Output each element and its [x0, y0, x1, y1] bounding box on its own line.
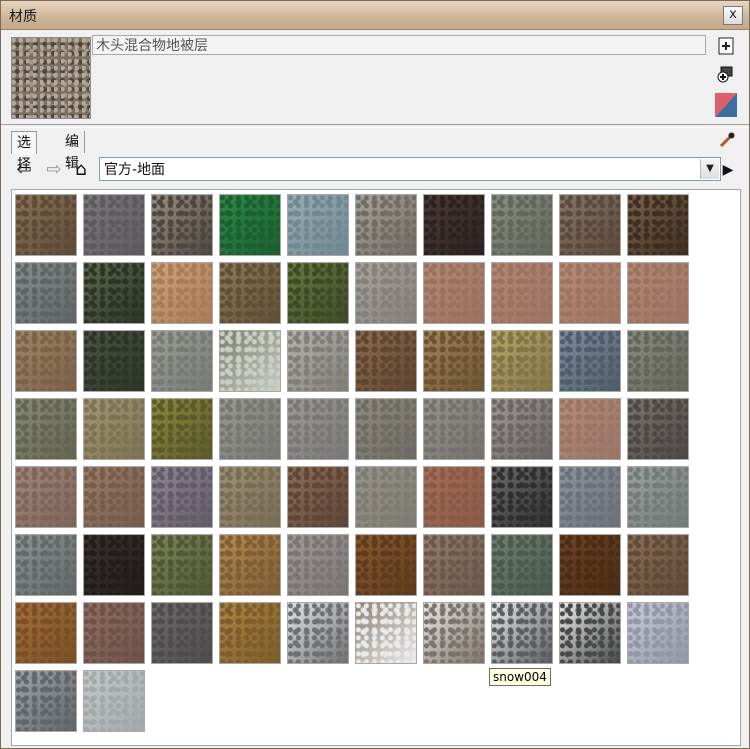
material-header: 木头混合物地被层 [1, 30, 749, 124]
material-swatch[interactable] [151, 466, 213, 528]
material-swatch[interactable] [491, 194, 553, 256]
material-swatch[interactable] [219, 398, 281, 460]
material-swatch[interactable] [287, 466, 349, 528]
material-swatch[interactable] [559, 330, 621, 392]
material-swatch[interactable] [83, 466, 145, 528]
back-arrow-icon[interactable]: ⇦ [13, 159, 35, 181]
library-dropdown-value: 官方-地面 [104, 162, 166, 178]
material-swatch[interactable] [355, 466, 417, 528]
material-swatch[interactable] [559, 534, 621, 596]
material-swatch[interactable] [83, 602, 145, 664]
material-swatch[interactable] [627, 330, 689, 392]
close-button[interactable]: x [723, 6, 743, 25]
material-swatch[interactable] [287, 194, 349, 256]
material-swatch[interactable] [83, 262, 145, 324]
material-swatch[interactable] [151, 330, 213, 392]
material-swatch[interactable] [15, 670, 77, 732]
material-swatch[interactable] [423, 194, 485, 256]
material-swatch[interactable] [627, 534, 689, 596]
material-swatch[interactable] [287, 534, 349, 596]
material-swatch[interactable] [491, 330, 553, 392]
material-swatch[interactable] [423, 602, 485, 664]
material-swatch[interactable] [423, 534, 485, 596]
material-swatch[interactable] [15, 194, 77, 256]
material-swatch[interactable] [491, 602, 553, 664]
material-swatch[interactable] [15, 262, 77, 324]
color-split-icon[interactable] [715, 93, 737, 117]
material-swatch[interactable] [627, 602, 689, 664]
material-swatch[interactable] [423, 466, 485, 528]
home-icon[interactable]: ⌂ [70, 159, 92, 181]
material-swatch-grid [11, 189, 741, 746]
material-swatch[interactable] [355, 262, 417, 324]
library-navigation: ⇦ ⇨ ⌂ 官方-地面 ▼ ▶ [11, 157, 741, 183]
material-swatch[interactable] [423, 398, 485, 460]
header-divider [1, 124, 749, 128]
material-swatch[interactable] [355, 398, 417, 460]
material-swatch[interactable] [559, 398, 621, 460]
material-swatch[interactable] [559, 262, 621, 324]
material-swatch[interactable] [287, 330, 349, 392]
forward-arrow-icon[interactable]: ⇨ [43, 159, 65, 181]
material-swatch[interactable] [559, 466, 621, 528]
title-bar[interactable]: 材质 x [1, 1, 749, 30]
material-swatch[interactable] [287, 262, 349, 324]
material-swatch[interactable] [491, 466, 553, 528]
material-swatch[interactable] [287, 602, 349, 664]
material-swatch[interactable] [15, 602, 77, 664]
library-dropdown[interactable]: 官方-地面 ▼ [99, 157, 721, 181]
material-swatch[interactable] [559, 602, 621, 664]
material-swatch[interactable] [15, 398, 77, 460]
material-name-field[interactable]: 木头混合物地被层 [92, 35, 706, 55]
eyedropper-icon[interactable] [717, 131, 737, 151]
material-swatch[interactable] [627, 194, 689, 256]
material-swatch[interactable] [355, 534, 417, 596]
material-swatch[interactable] [15, 330, 77, 392]
create-material-icon[interactable] [715, 37, 737, 59]
material-swatch[interactable] [83, 330, 145, 392]
material-swatch[interactable] [423, 262, 485, 324]
material-swatch[interactable] [151, 398, 213, 460]
material-swatch[interactable] [15, 466, 77, 528]
material-swatch[interactable] [83, 670, 145, 732]
material-swatch[interactable] [219, 602, 281, 664]
window-title: 材质 [9, 9, 37, 25]
material-swatch[interactable] [83, 534, 145, 596]
material-swatch[interactable] [15, 534, 77, 596]
material-swatch[interactable] [355, 194, 417, 256]
tab-select[interactable]: 选择 [11, 131, 37, 173]
material-swatch[interactable] [627, 398, 689, 460]
material-swatch[interactable] [559, 194, 621, 256]
material-swatch[interactable] [151, 602, 213, 664]
details-arrow-icon[interactable]: ▶ [717, 159, 739, 181]
material-preview-swatch[interactable] [11, 37, 91, 119]
material-swatch[interactable] [219, 262, 281, 324]
material-swatch[interactable] [219, 534, 281, 596]
swatch-tooltip: snow004 [489, 668, 551, 686]
material-swatch[interactable] [151, 194, 213, 256]
material-swatch[interactable] [627, 262, 689, 324]
material-swatch[interactable] [491, 398, 553, 460]
material-swatch[interactable] [491, 534, 553, 596]
material-swatch[interactable] [219, 330, 281, 392]
material-swatch[interactable] [287, 398, 349, 460]
material-swatch[interactable] [423, 330, 485, 392]
material-swatch[interactable] [83, 398, 145, 460]
material-swatch[interactable] [219, 466, 281, 528]
material-swatch[interactable] [491, 262, 553, 324]
material-swatch[interactable] [355, 602, 417, 664]
add-to-model-icon[interactable] [715, 65, 737, 87]
material-swatch[interactable] [219, 194, 281, 256]
material-swatch[interactable] [83, 194, 145, 256]
materials-window: 材质 x 木头混合物地被层 选择 编辑 ⇦ ⇨ ⌂ 官方-地面 ▼ ▶ snow… [0, 0, 750, 749]
tab-edit[interactable]: 编辑 [60, 131, 85, 172]
material-swatch[interactable] [355, 330, 417, 392]
material-swatch[interactable] [627, 466, 689, 528]
material-swatch[interactable] [151, 262, 213, 324]
material-swatch[interactable] [151, 534, 213, 596]
